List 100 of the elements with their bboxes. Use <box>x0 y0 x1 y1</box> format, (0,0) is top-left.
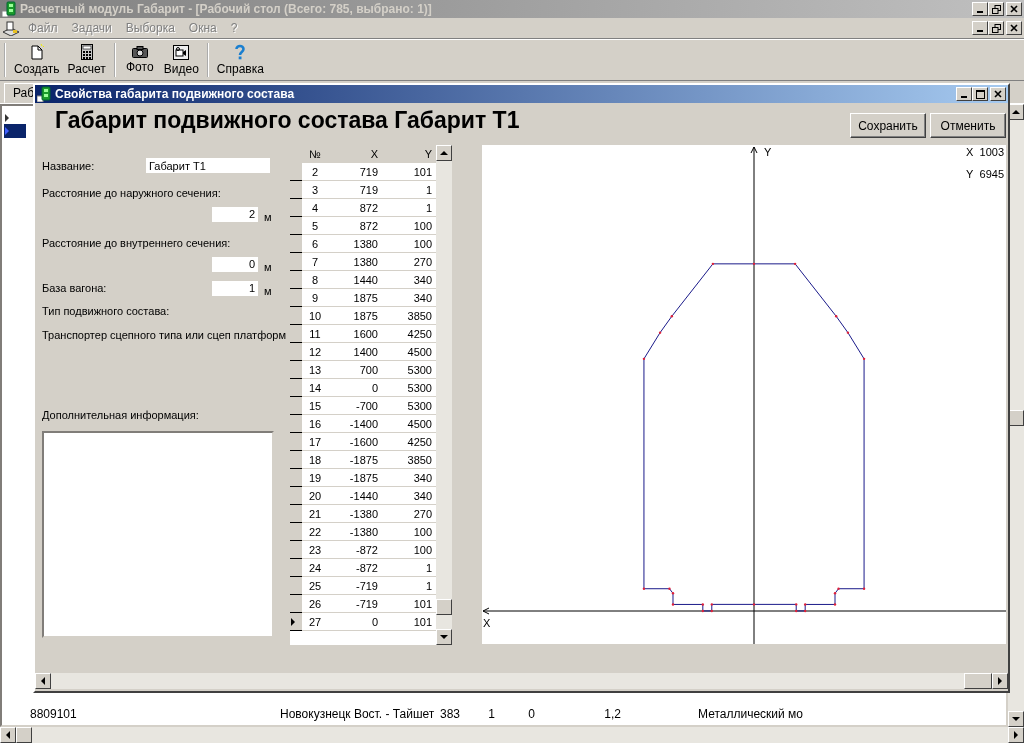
table-cell: 8 <box>302 271 332 289</box>
restore-icon <box>991 23 1001 33</box>
row-indicator[interactable] <box>290 271 302 289</box>
row-indicator[interactable] <box>290 613 302 631</box>
table-cell: 9 <box>302 289 332 307</box>
arrow-up-icon <box>1012 109 1020 115</box>
minimize-button[interactable] <box>956 87 972 101</box>
column-header: Y <box>423 148 433 160</box>
table-cell: 1875 <box>332 307 382 325</box>
row-indicator[interactable] <box>290 397 302 415</box>
number-input[interactable]: 2 <box>212 206 258 222</box>
table-cell-text: 8809101 <box>30 707 78 721</box>
row-indicator[interactable] <box>290 253 302 271</box>
table-cell: 21 <box>302 505 332 523</box>
new-document-icon <box>29 44 44 60</box>
scroll-down-button[interactable] <box>436 629 452 645</box>
table-cell: 22 <box>302 523 332 541</box>
table-cell: -700 <box>332 397 382 415</box>
close-button[interactable] <box>1006 2 1022 16</box>
arrow-down-icon <box>1012 716 1020 722</box>
table-cell: 1600 <box>332 325 382 343</box>
row-indicator[interactable] <box>290 523 302 541</box>
row-indicator[interactable] <box>290 217 302 235</box>
close-icon <box>1010 24 1018 32</box>
unit-label: м <box>264 284 273 297</box>
table-cell: -1380 <box>332 523 382 541</box>
row-indicator[interactable] <box>290 361 302 379</box>
close-button[interactable] <box>1006 21 1022 35</box>
table-cell: -1380 <box>332 505 382 523</box>
unit-label: м <box>264 260 273 273</box>
table-cell: -719 <box>332 595 382 613</box>
current-row-icon <box>290 617 296 626</box>
field-label: База вагона: <box>42 282 107 294</box>
scroll-right-button[interactable] <box>1008 727 1024 743</box>
row-indicator[interactable] <box>290 469 302 487</box>
dialog-heading: Габарит подвижного состава Габарит Т1 <box>55 107 521 134</box>
row-indicator[interactable] <box>290 307 302 325</box>
scrollbar-thumb[interactable] <box>436 599 452 615</box>
row-indicator[interactable] <box>290 235 302 253</box>
scroll-down-button[interactable] <box>1008 711 1024 727</box>
table-cell: 872 <box>332 199 382 217</box>
close-button[interactable] <box>990 87 1006 101</box>
scrollbar-thumb[interactable] <box>16 727 32 743</box>
restore-icon <box>991 4 1001 14</box>
row-indicator[interactable] <box>290 595 302 613</box>
minimize-button[interactable] <box>972 2 988 16</box>
row-indicator[interactable] <box>290 433 302 451</box>
restore-button[interactable] <box>988 2 1004 16</box>
help-icon <box>234 44 247 60</box>
toolbar-button[interactable]: Справка <box>212 42 268 78</box>
row-indicator[interactable] <box>290 343 302 361</box>
horizontal-scrollbar[interactable] <box>35 673 1008 689</box>
toolbar-button[interactable]: Расчет <box>63 42 110 78</box>
table-cell: 13 <box>302 361 332 379</box>
toolbar-button[interactable]: Создать <box>10 42 64 78</box>
table-cell: -1875 <box>332 451 382 469</box>
arrow-up-icon <box>440 150 448 156</box>
toolbar-button[interactable]: Видео <box>159 42 203 78</box>
scrollbar-thumb[interactable] <box>964 673 992 689</box>
table-cell: -1400 <box>332 415 382 433</box>
arrow-left-icon <box>5 731 11 739</box>
row-indicator[interactable] <box>290 181 302 199</box>
row-indicator[interactable] <box>290 415 302 433</box>
row-marker-icon <box>4 114 10 122</box>
row-indicator[interactable] <box>290 577 302 595</box>
row-indicator[interactable] <box>290 505 302 523</box>
table-cell: 6 <box>302 235 332 253</box>
maximize-button[interactable] <box>972 87 988 101</box>
field-label: Расстояние до наружного сечения: <box>42 187 222 199</box>
row-indicator[interactable] <box>290 451 302 469</box>
field-label: Расстояние до внутреннего сечения: <box>42 237 232 249</box>
row-indicator[interactable] <box>290 541 302 559</box>
number-input[interactable]: 0 <box>212 256 258 272</box>
dialog-button[interactable]: Отменить <box>930 113 1006 138</box>
row-indicator[interactable] <box>290 325 302 343</box>
scroll-right-button[interactable] <box>992 673 1008 689</box>
table-cell: 16 <box>302 415 332 433</box>
minimize-button[interactable] <box>972 21 988 35</box>
row-indicator[interactable] <box>290 199 302 217</box>
restore-button[interactable] <box>988 21 1004 35</box>
row-indicator[interactable] <box>290 487 302 505</box>
table-cell: 20 <box>302 487 332 505</box>
table-scrollbar[interactable] <box>436 145 452 645</box>
table-cell: -1875 <box>332 469 382 487</box>
scroll-left-button[interactable] <box>35 673 51 689</box>
horizontal-scrollbar[interactable] <box>0 727 1024 743</box>
table-cell: 3 <box>302 181 332 199</box>
table-cell: 12 <box>302 343 332 361</box>
dialog-button[interactable]: Сохранить <box>850 113 926 138</box>
table-cell: 7 <box>302 253 332 271</box>
toolbar-button[interactable]: Фото <box>119 44 160 76</box>
scroll-up-button[interactable] <box>436 145 452 161</box>
name-input[interactable]: Габарит Т1 <box>146 158 270 173</box>
number-input[interactable]: 1 <box>212 280 258 296</box>
row-indicator[interactable] <box>290 559 302 577</box>
row-pointer-icon <box>4 127 10 135</box>
row-indicator[interactable] <box>290 379 302 397</box>
close-icon <box>1010 5 1018 13</box>
row-indicator[interactable] <box>290 289 302 307</box>
scroll-left-button[interactable] <box>0 727 16 743</box>
